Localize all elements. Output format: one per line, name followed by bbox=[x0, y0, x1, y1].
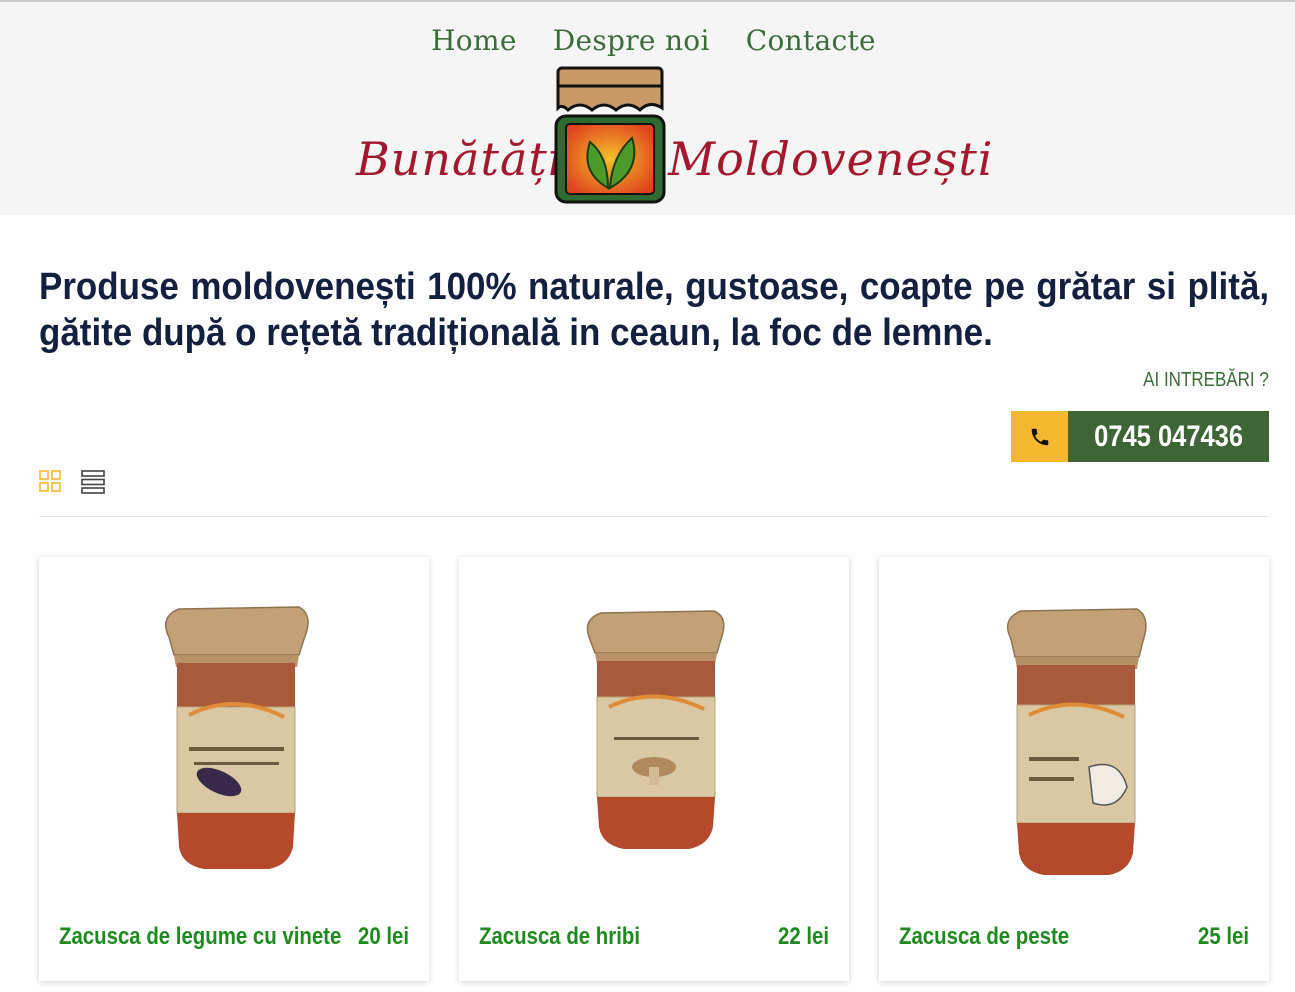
product-image[interactable] bbox=[879, 597, 1269, 897]
product-price: 20 lei bbox=[357, 923, 409, 950]
phone-icon bbox=[1011, 411, 1068, 462]
product-image[interactable] bbox=[459, 597, 849, 897]
product-name[interactable]: Zacusca de legume cu vinete bbox=[59, 923, 341, 951]
product-card[interactable]: Zacusca de hribi 22 lei bbox=[459, 557, 849, 981]
phone-number: 0745 047436 bbox=[1068, 411, 1269, 462]
divider bbox=[39, 516, 1269, 517]
product-card[interactable]: Zacusca de peste 25 lei bbox=[879, 557, 1269, 981]
logo-word-left: Bunătăți bbox=[356, 132, 564, 186]
nav-home-link[interactable]: Home bbox=[431, 24, 517, 57]
site-logo[interactable]: Bunătăți Moldovenești bbox=[350, 64, 993, 214]
phone-call-button[interactable]: 0745 047436 bbox=[1011, 411, 1269, 462]
ask-label: AI INTREBĂRI ? bbox=[1143, 369, 1269, 391]
page-headline: Produse moldovenești 100% naturale, gust… bbox=[39, 266, 1270, 354]
grid-view-icon[interactable] bbox=[39, 470, 61, 492]
product-name[interactable]: Zacusca de peste bbox=[899, 923, 1069, 951]
product-image[interactable] bbox=[39, 597, 429, 897]
view-toggle bbox=[39, 470, 105, 494]
product-price: 22 lei bbox=[777, 923, 829, 950]
jar-logo-icon bbox=[554, 66, 666, 204]
product-price: 25 lei bbox=[1197, 923, 1249, 950]
logo-word-right: Moldovenești bbox=[668, 132, 994, 186]
nav-despre-link[interactable]: Despre noi bbox=[553, 24, 710, 57]
list-view-icon[interactable] bbox=[81, 470, 105, 494]
nav-contacte-link[interactable]: Contacte bbox=[746, 24, 876, 57]
site-header: Home Despre noi Contacte Bunătăți Moldov… bbox=[0, 2, 1295, 215]
product-card[interactable]: Zacusca de legume cu vinete 20 lei bbox=[39, 557, 429, 981]
main-nav: Home Despre noi Contacte bbox=[0, 24, 1295, 57]
product-name[interactable]: Zacusca de hribi bbox=[479, 923, 640, 951]
